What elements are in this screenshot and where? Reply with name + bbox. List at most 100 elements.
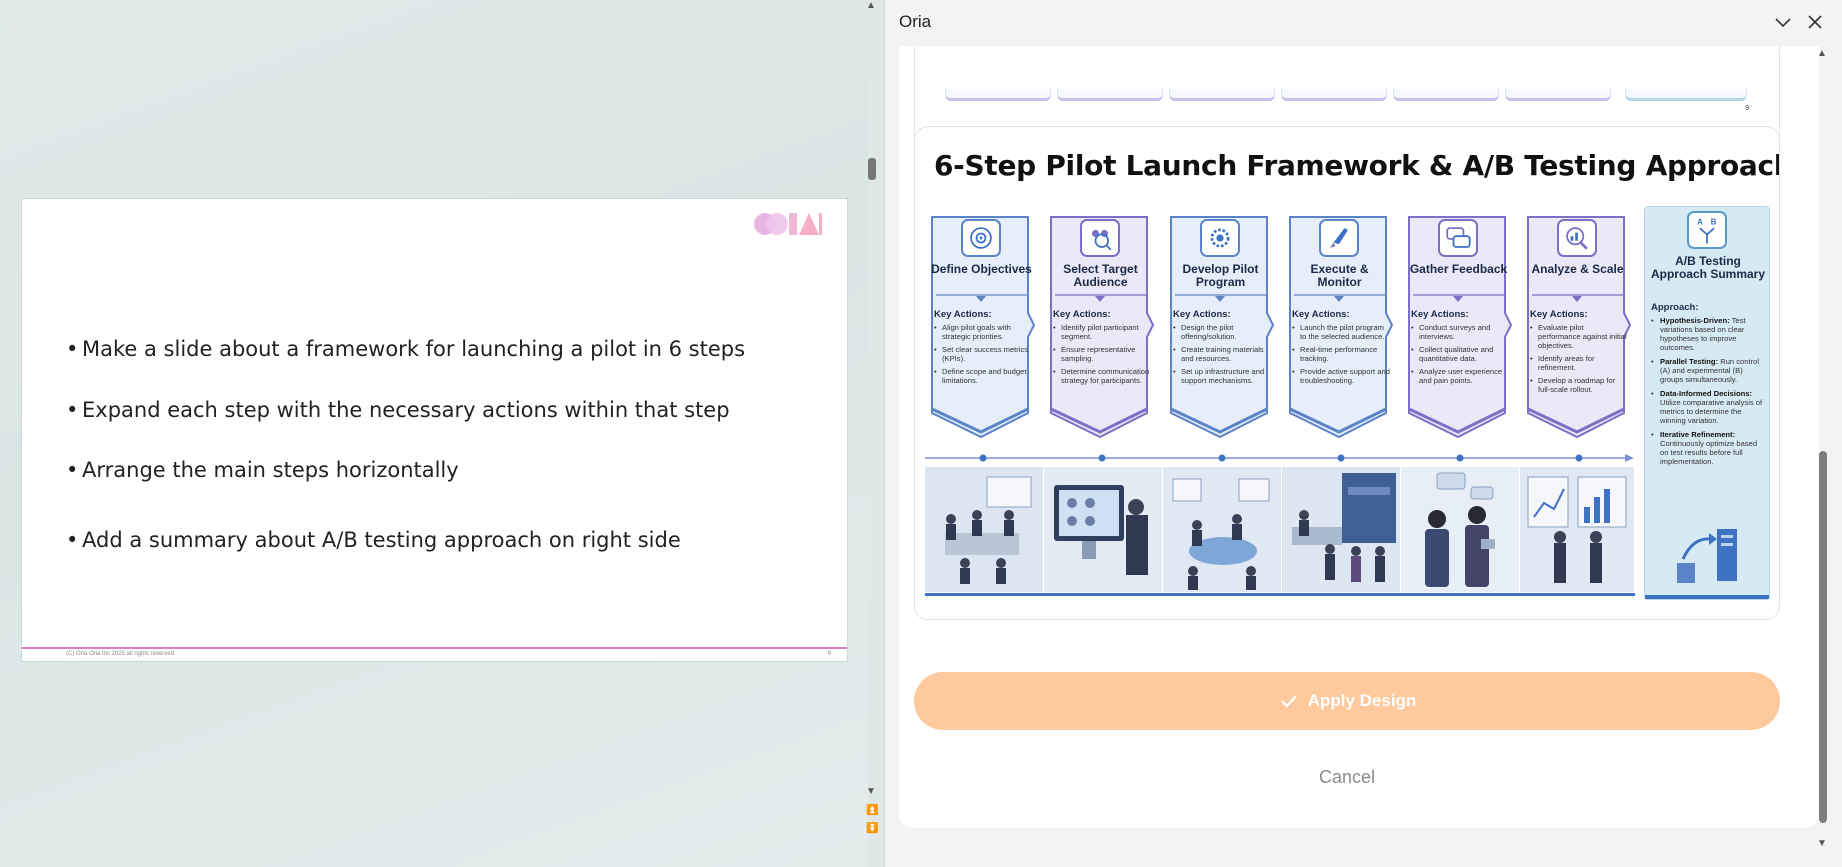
canvas-scrollbar[interactable]: ▲ ▼ ⏫ ⏬ <box>862 0 882 867</box>
step-action: Provide active support and troubleshooti… <box>1292 367 1390 385</box>
previous-page-icon[interactable]: ⏫ <box>866 805 878 816</box>
ab-item: Data-Informed Decisions: Utilize compara… <box>1651 389 1767 425</box>
people-search-icon <box>1080 219 1120 257</box>
panel-scrollbar[interactable]: ▲ ▼ <box>1813 46 1831 856</box>
step-actions: Launch the pilot program to the selected… <box>1292 323 1390 389</box>
gear-icon <box>1200 219 1240 257</box>
illustration-underline <box>925 593 1635 596</box>
step-title: Gather Feedback <box>1409 262 1508 276</box>
step-title: Execute & Monitor <box>1310 262 1369 289</box>
step-action: Set up infrastructure and support mechan… <box>1173 367 1271 385</box>
prev-step-tile <box>1393 89 1499 101</box>
step-column: Develop Pilot Program Key Actions: Design … <box>1167 213 1274 441</box>
step-column: Gather Feedback Key Actions: Conduct surve… <box>1405 213 1512 441</box>
step-action: Identify pilot participant segment. <box>1053 323 1151 341</box>
scrollbar-thumb[interactable] <box>868 158 876 180</box>
scroll-up-icon[interactable]: ▲ <box>866 0 876 11</box>
step-title: Analyze & Scale <box>1531 262 1624 276</box>
slide-bullet: • Arrange the main steps horizontally <box>66 458 459 482</box>
apply-design-label: Apply Design <box>1307 691 1417 710</box>
scroll-up-icon[interactable]: ▲ <box>1817 48 1827 59</box>
step-action: Ensure representative sampling. <box>1053 345 1151 363</box>
cancel-button[interactable]: Cancel <box>1297 762 1397 792</box>
rocket-icon <box>1319 219 1359 257</box>
scroll-down-icon[interactable]: ▼ <box>866 786 876 797</box>
step-title: Select Target Audience <box>1063 262 1138 289</box>
slide-footer-text: (C) Oria Oria Inc 2025 all rights reserv… <box>66 651 175 657</box>
step-action: Determine communication strategy for par… <box>1053 367 1151 385</box>
close-icon[interactable] <box>1803 10 1827 34</box>
ab-bottom-bar <box>1645 595 1769 599</box>
meeting-illustration <box>925 467 1043 592</box>
step-action: Align pilot goals with strategic priorit… <box>934 323 1032 341</box>
step-action: Launch the pilot program to the selected… <box>1292 323 1390 341</box>
key-actions-label: Key Actions: <box>934 309 992 320</box>
panel-header: Oria <box>885 0 1842 46</box>
slide-bullet: • Add a summary about A/B testing approac… <box>66 528 681 552</box>
key-actions-label: Key Actions: <box>1053 309 1111 320</box>
bank-branch-illustration <box>1282 467 1400 592</box>
chevron-down-icon[interactable] <box>1771 10 1795 34</box>
step-action: Collect qualitative and quantitative dat… <box>1411 345 1509 363</box>
panel-title: Oria <box>899 12 932 31</box>
prev-step-tile <box>1281 89 1387 101</box>
step-action: Create training materials and resources. <box>1173 345 1271 363</box>
key-actions-label: Key Actions: <box>1411 309 1469 320</box>
prev-step-tile <box>1057 89 1163 101</box>
growth-server-illustration <box>1677 529 1737 583</box>
screen-audience-illustration <box>1044 467 1162 592</box>
ab-items: Hypothesis-Driven: Test variations based… <box>1651 316 1767 471</box>
scrollbar-thumb[interactable] <box>1819 451 1827 823</box>
key-actions-label: Key Actions: <box>1530 309 1588 320</box>
step-action: Conduct surveys and interviews. <box>1411 323 1509 341</box>
ab-item: Iterative Refinement: Continuously optim… <box>1651 430 1767 466</box>
design-title: 6-Step Pilot Launch Framework & A/B Test… <box>934 149 1780 182</box>
step-column: Execute & Monitor Key Actions: Launch the … <box>1286 213 1393 441</box>
timeline-arrow <box>925 454 1634 462</box>
step-column: Select Target Audience Key Actions: Identi… <box>1047 213 1154 441</box>
footer-divider <box>22 647 847 649</box>
step-action: Develop a roadmap for full-scale rollout… <box>1530 376 1628 394</box>
step-action: Analyze user experience and pain points. <box>1411 367 1509 385</box>
check-icon <box>1280 695 1297 708</box>
design-option-card[interactable]: 6-Step Pilot Launch Framework & A/B Test… <box>914 126 1780 620</box>
step-column: Define Objectives Key Actions: Align pilot… <box>928 213 1035 441</box>
slide-bullet: • Make a slide about a framework for laun… <box>66 337 746 361</box>
step-actions: Design the pilot offering/solution. Creat… <box>1173 323 1271 389</box>
prev-page-number: 9 <box>1745 105 1749 112</box>
ab-item: Hypothesis-Driven: Test variations based… <box>1651 316 1767 352</box>
next-page-icon[interactable]: ⏬ <box>866 823 878 834</box>
analytics-illustration <box>1520 467 1634 592</box>
chat-icon <box>1438 219 1478 257</box>
step-actions: Evaluate pilot performance against initi… <box>1530 323 1628 398</box>
ab-split-icon: A B <box>1687 211 1727 249</box>
step-actions: Conduct surveys and interviews. Collect q… <box>1411 323 1509 389</box>
slide-bullet: • Expand each step with the necessary act… <box>66 398 730 422</box>
step-actions: Align pilot goals with strategic priorit… <box>934 323 1032 389</box>
svg-text:A: A <box>1697 218 1703 227</box>
apply-design-button[interactable]: Apply Design <box>914 672 1780 730</box>
oria-logo <box>754 213 822 235</box>
prev-step-tile <box>1169 89 1275 101</box>
step-column: Analyze & Scale Key Actions: Evaluate pilo… <box>1524 213 1631 441</box>
ab-item: Parallel Testing: Run control (A) and ex… <box>1651 357 1767 384</box>
prev-step-tile <box>1625 89 1747 101</box>
panel-body: 9 6-Step Pilot Launch Framework & A/B Te… <box>899 46 1819 828</box>
target-icon <box>961 219 1001 257</box>
scroll-down-icon[interactable]: ▼ <box>1817 838 1827 849</box>
ab-title: A/B Testing Approach Summary <box>1650 254 1766 281</box>
slide-canvas: • Make a slide about a framework for laun… <box>0 0 878 867</box>
slide-preview[interactable]: • Make a slide about a framework for laun… <box>21 198 848 662</box>
step-title: Develop Pilot Program <box>1182 262 1259 289</box>
step-action: Set clear success metrics (KPIs). <box>934 345 1032 363</box>
workshop-illustration <box>1163 467 1281 592</box>
step-actions: Identify pilot participant segment. Ensur… <box>1053 323 1151 389</box>
svg-text:B: B <box>1711 218 1717 227</box>
feedback-illustration <box>1401 467 1519 592</box>
slide-page-number: 9 <box>827 651 831 657</box>
key-actions-label: Key Actions: <box>1292 309 1350 320</box>
step-action: Design the pilot offering/solution. <box>1173 323 1271 341</box>
step-action: Identify areas for refinement. <box>1530 354 1628 372</box>
step-action: Define scope and budget limitations. <box>934 367 1032 385</box>
ab-testing-summary: A B A/B Testing Approach Summary Approac… <box>1644 206 1770 600</box>
